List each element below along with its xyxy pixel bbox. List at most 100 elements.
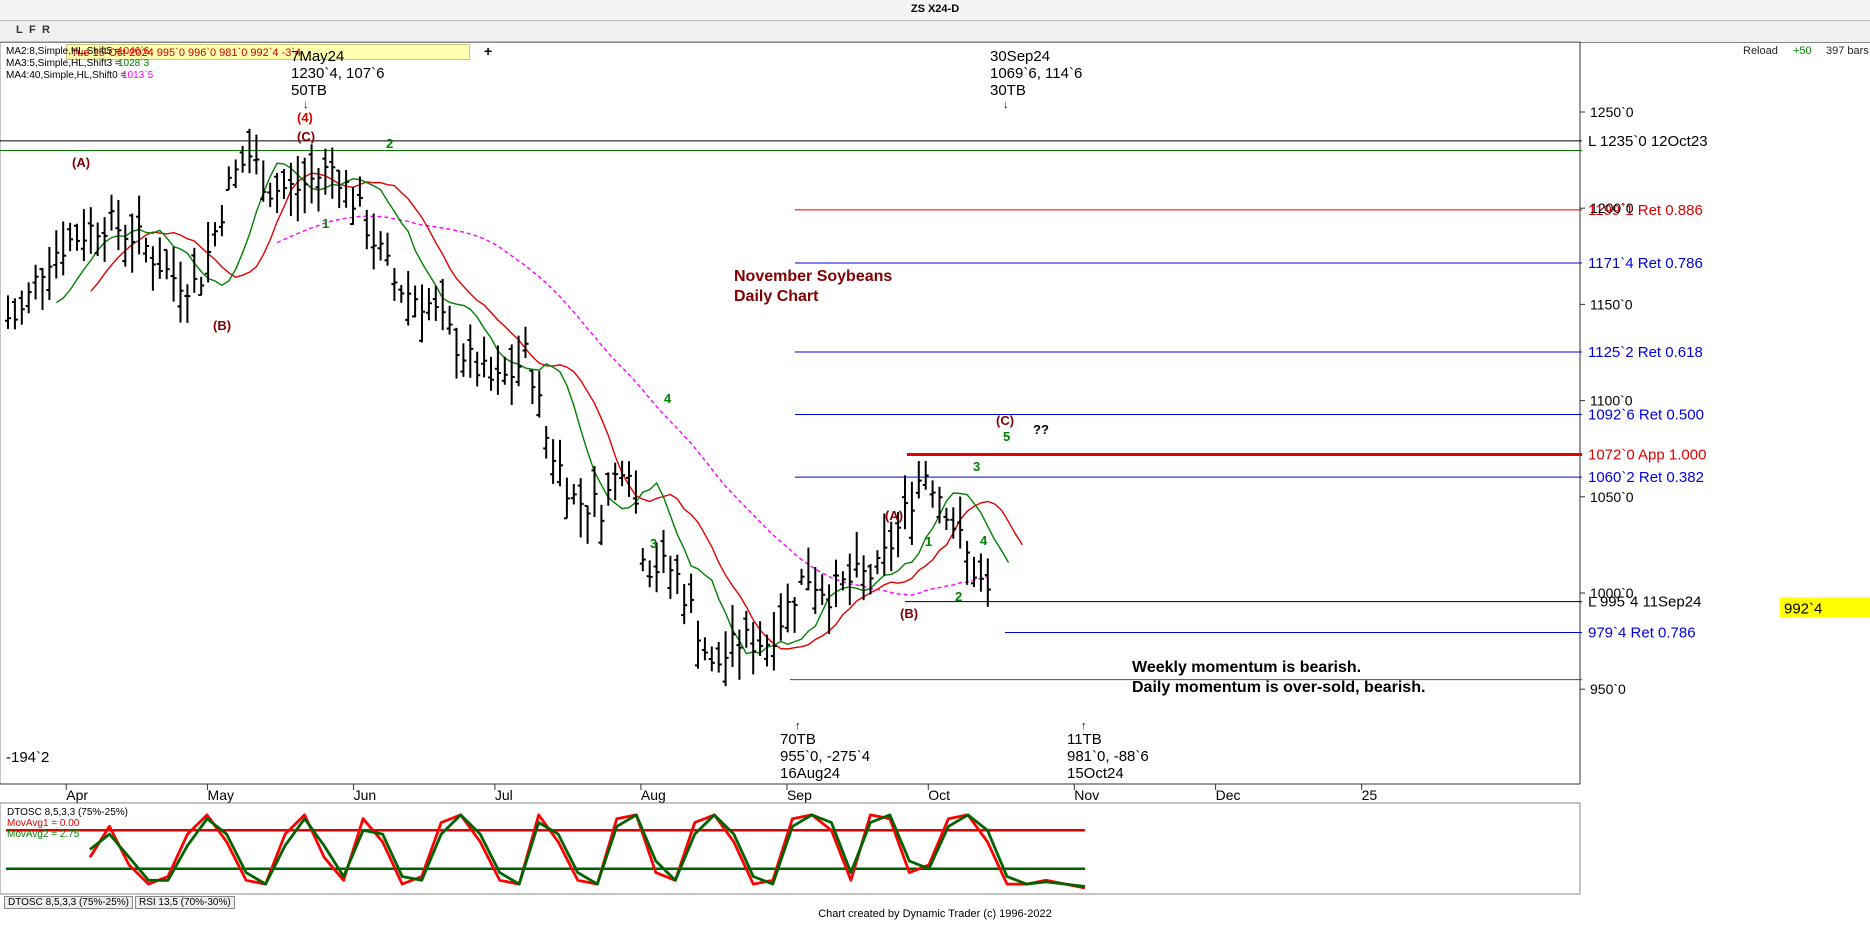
price-bar (936, 486, 943, 524)
y-tick-label: 1150`0 (1590, 296, 1633, 312)
price-bar (39, 267, 46, 310)
x-tick-label: Sep (787, 787, 812, 803)
level-label: 1072`0 App 1.000 (1588, 446, 1706, 463)
price-bar (660, 529, 667, 574)
annotation-top-left: 7May24 (291, 48, 344, 65)
annotation-top-left: 50TB (291, 82, 327, 99)
price-bar (46, 246, 53, 301)
indicator-value: 1028`3 (118, 57, 150, 69)
wave-label: 3 (650, 536, 657, 551)
price-bar (819, 574, 826, 605)
price-bar (639, 548, 646, 572)
price-bar (543, 425, 550, 459)
oscillator-frame (0, 802, 1581, 895)
price-bar (460, 343, 467, 377)
price-bar (943, 507, 950, 531)
x-tick-label: 25 (1362, 787, 1378, 803)
indicator-label: MA3:5,Simple,HL,Shift3 = (6, 58, 121, 69)
price-bar (867, 564, 874, 595)
price-bar (377, 231, 384, 261)
price-bar (750, 622, 757, 675)
x-tick-label: Apr (66, 787, 88, 803)
wave-label: (C) (996, 413, 1014, 428)
price-bar (218, 205, 225, 237)
price-bar (170, 246, 177, 302)
indicator-value: 1013`5 (122, 69, 154, 81)
price-bar (826, 584, 833, 634)
annotation-top-mid: 1069`6, 114`6 (990, 65, 1082, 82)
price-bar (384, 232, 391, 266)
chart-subtitle-line2: Daily Chart (734, 288, 819, 305)
price-bar (87, 207, 94, 254)
price-bar (619, 460, 626, 487)
price-bar (557, 439, 563, 487)
annotation-last: 981`0, -88`6 (1067, 748, 1149, 765)
price-bar (874, 550, 881, 575)
indicator-value: 1046`6 (118, 45, 150, 57)
wave-label: 4 (980, 533, 988, 548)
price-bar (198, 276, 205, 297)
indicator-label: MA2:8,Simple,HL,Shift5 = (6, 46, 121, 57)
price-bar (915, 461, 922, 499)
price-bar (908, 481, 915, 545)
annotation-last: 11TB (1067, 731, 1102, 748)
wave-label: ?? (1033, 422, 1049, 437)
price-bar (343, 170, 350, 208)
price-bar (929, 480, 936, 508)
price-bar (860, 555, 867, 601)
momentum-note: Weekly momentum is bearish. (1132, 659, 1361, 676)
price-bar (18, 290, 25, 325)
price-bar (729, 605, 736, 668)
price-bar (267, 182, 274, 208)
price-bar (94, 222, 101, 257)
wave-label: 1 (322, 216, 329, 231)
wave-label: (A) (72, 155, 90, 170)
price-bar (143, 237, 149, 263)
price-bar (688, 573, 695, 614)
x-tick-label: Oct (928, 787, 950, 803)
price-bar (550, 439, 557, 484)
x-tick-label: Jul (495, 787, 513, 803)
wave-label: (B) (213, 318, 231, 333)
price-bar (598, 504, 605, 546)
price-bar (984, 558, 991, 607)
price-bar (336, 169, 343, 209)
price-bar (922, 461, 929, 490)
price-bar (74, 223, 80, 251)
price-bar (32, 264, 39, 300)
price-bar (108, 194, 115, 231)
osc-name: DTOSC 8,5,3,3 (75%-25%) (7, 807, 128, 818)
price-bar (508, 344, 515, 405)
price-bar (80, 209, 87, 261)
price-bar (419, 284, 425, 343)
y-tick-label: 1000`0 (1590, 585, 1634, 601)
price-bar (701, 637, 708, 661)
price-bar (25, 282, 32, 314)
price-bar (163, 248, 170, 280)
price-bar (501, 356, 508, 385)
wave-label: 4 (664, 391, 672, 406)
wave-label: (4) (297, 110, 313, 125)
momentum-note: Daily momentum is over-sold, bearish. (1132, 679, 1425, 696)
price-bar (522, 326, 529, 359)
price-bar (977, 553, 984, 592)
indicator-legend: MA2:8,Simple,HL,Shift5 =1046`6MA3:5,Simp… (6, 45, 154, 81)
arrow-down-icon: ↓ (1003, 99, 1009, 111)
price-bar (191, 247, 198, 293)
price-bar (957, 496, 964, 549)
price-bar (488, 356, 494, 391)
level-label: 1125`2 Ret 0.618 (1588, 344, 1703, 361)
price-bar (405, 271, 412, 326)
price-bar (846, 553, 853, 606)
annotation-top-mid: 30TB (990, 82, 1026, 99)
price-bar (156, 237, 163, 279)
osc-mavg1: MovAvg1 = 0.00 (7, 818, 80, 829)
chart-subtitle-line1: November Soybeans (734, 268, 892, 285)
y-tick-label: 1100`0 (1590, 393, 1633, 409)
y-tick-label: 950`0 (1590, 681, 1626, 697)
price-bar (101, 217, 108, 262)
price-bar (11, 298, 18, 330)
x-tick-label: Dec (1216, 787, 1241, 803)
price-bar (177, 261, 184, 323)
price-bar (646, 560, 653, 588)
